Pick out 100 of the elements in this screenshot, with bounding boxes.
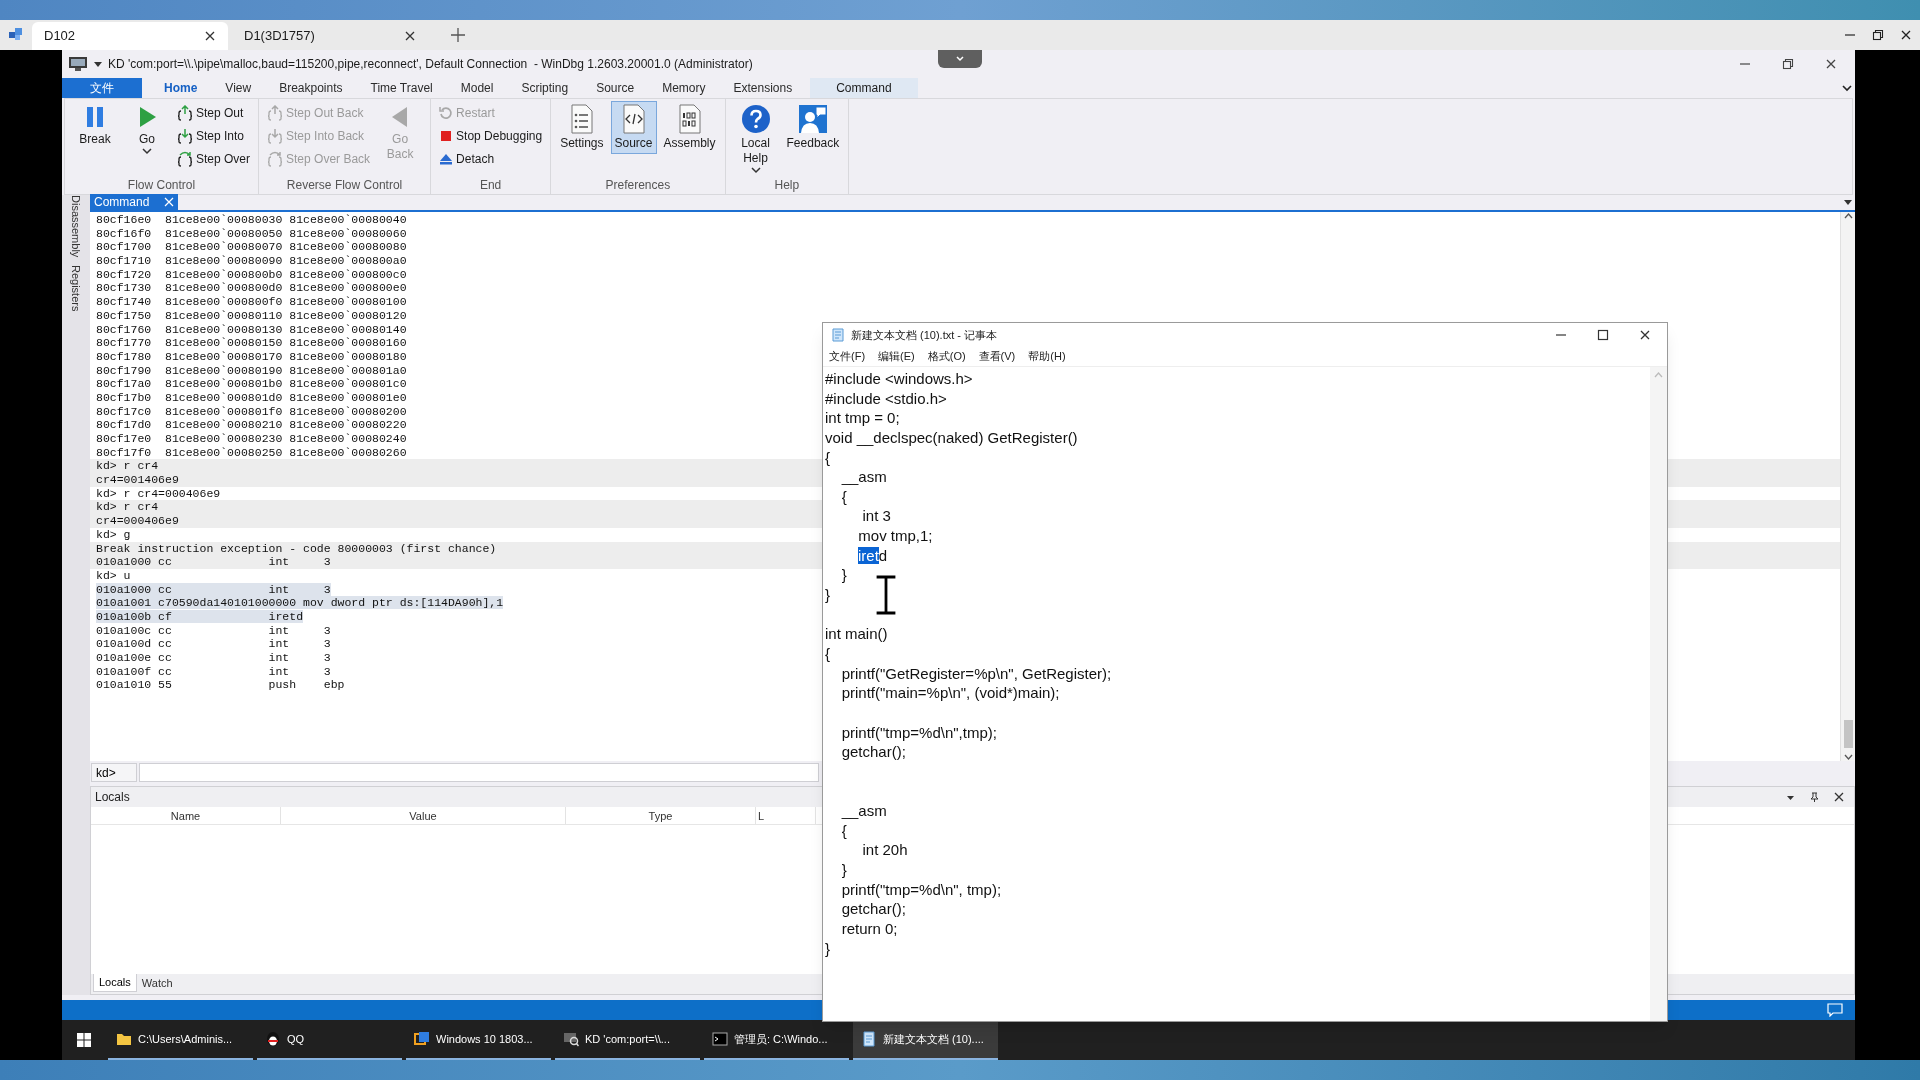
start-icon[interactable]	[76, 1032, 92, 1048]
penguin-icon	[265, 1031, 281, 1047]
ribbon-button[interactable]: Source	[610, 101, 657, 154]
dropdown-icon[interactable]	[94, 60, 102, 68]
eject-icon	[439, 152, 454, 166]
ribbon-button[interactable]: Step Out	[175, 103, 253, 123]
ribbon-tab[interactable]: Memory	[648, 78, 720, 98]
output-line: kd> g	[96, 527, 131, 541]
ribbon-tab[interactable]: Source	[582, 78, 649, 98]
step-icon	[177, 128, 193, 144]
menu-item[interactable]: 格式(O)	[927, 348, 966, 365]
code-line: {	[840, 821, 847, 839]
stop-icon	[439, 129, 454, 143]
side-tab[interactable]: Disassembly	[65, 195, 87, 258]
close-icon[interactable]	[1825, 58, 1837, 70]
side-tab[interactable]: Registers	[65, 265, 87, 312]
column-header[interactable]: Value	[281, 807, 566, 825]
ribbon-button[interactable]: Assembly	[660, 101, 719, 154]
code-line: int main()	[825, 625, 888, 643]
group-label: Reverse Flow Control	[285, 177, 404, 192]
person-speech-icon	[797, 104, 828, 134]
ribbon-button[interactable]: Settings	[557, 101, 607, 154]
menu-item[interactable]: 查看(V)	[978, 348, 1016, 365]
tab[interactable]: D102	[32, 22, 228, 50]
output-line: 80cf17a0 81ce8e00`000801b0 81ce8e00`000801c0	[96, 377, 407, 391]
column-header[interactable]: Type	[566, 807, 756, 825]
close-icon[interactable]	[404, 30, 416, 42]
output-line: 80cf16e0 81ce8e00`00080030 81ce8e00`00080040	[96, 213, 407, 226]
menu-item[interactable]: 帮助(H)	[1028, 348, 1066, 365]
output-line: kd> r cr4=000406e9	[96, 486, 221, 500]
ribbon-tab[interactable]: Breakpoints	[265, 78, 357, 98]
connection-bar[interactable]	[938, 50, 982, 68]
ribbon-button[interactable]: Feedback	[783, 101, 843, 154]
ribbon-button[interactable]: Local Help	[731, 101, 780, 177]
maximize-icon[interactable]	[1597, 329, 1609, 341]
output-line: 80cf1750 81ce8e00`00080110 81ce8e00`00080120	[96, 308, 407, 322]
menu-item[interactable]: 编辑(E)	[878, 348, 915, 365]
output-line: 80cf1700 81ce8e00`00080070 81ce8e00`00080080	[96, 240, 407, 254]
group-label: Preferences	[604, 177, 672, 192]
close-icon[interactable]	[1900, 29, 1912, 41]
document-list-icon	[568, 104, 595, 134]
ribbon-button[interactable]: Go	[123, 101, 171, 158]
code-line: {	[840, 487, 847, 505]
command-input[interactable]	[139, 763, 819, 783]
code-line: printf("tmp=%d\n", tmp);	[840, 880, 1002, 898]
ribbon-tab[interactable]: Extensions	[719, 78, 807, 98]
code-line: #include <windows.h>	[825, 370, 973, 387]
code-line: #include <stdio.h>	[825, 389, 947, 407]
ribbon-button[interactable]: Stop Debugging	[437, 126, 545, 146]
pin-icon[interactable]	[1809, 791, 1820, 803]
code-line: }	[840, 861, 847, 878]
ribbon-button[interactable]: Step Over	[175, 149, 253, 169]
scrollbar-thumb[interactable]	[1843, 720, 1853, 749]
pane-tab[interactable]: Command	[90, 194, 178, 210]
code-line: return 0;	[840, 919, 898, 937]
ribbon-button[interactable]: Detach	[437, 149, 545, 169]
ribbon-tab[interactable]: Command	[810, 78, 918, 98]
tab[interactable]: D1(3D1757)	[232, 22, 428, 50]
console-icon	[712, 1031, 728, 1047]
close-icon[interactable]	[1834, 792, 1844, 803]
ribbon-tab[interactable]: Time Travel	[356, 78, 447, 98]
close-icon[interactable]	[204, 30, 216, 42]
caret-icon	[750, 166, 761, 174]
collapse-ribbon-icon[interactable]	[1841, 82, 1853, 94]
close-icon[interactable]	[1639, 329, 1651, 341]
group-label: End	[478, 177, 503, 192]
taskbar-button[interactable]: 新建文本文档 (10)....	[853, 1020, 998, 1060]
menu-item[interactable]: 文件(F)	[829, 348, 866, 365]
output-line: 010a1000 cc int 3	[96, 555, 331, 569]
restore-icon[interactable]	[1872, 29, 1884, 41]
ribbon-tab[interactable]: Scripting	[507, 78, 583, 98]
code-document-icon	[620, 104, 647, 134]
output-line: 80cf1730 81ce8e00`000800d0 81ce8e00`000800e0	[96, 281, 407, 295]
ribbon-tab[interactable]: View	[211, 78, 266, 98]
ribbon-tab[interactable]: Model	[446, 78, 508, 98]
ribbon-button[interactable]: Step Into	[175, 126, 253, 146]
output-line: 010a100d cc int 3	[96, 637, 331, 651]
debugger-icon	[563, 1031, 579, 1047]
pane-tab[interactable]: Locals	[93, 974, 137, 992]
tab-label: Command	[94, 194, 150, 211]
code-line: }	[825, 586, 830, 604]
ribbon-tab[interactable]: Home	[150, 78, 212, 98]
column-header[interactable]: L	[756, 807, 816, 825]
code-line: int 3	[861, 507, 891, 525]
column-header[interactable]: Name	[91, 807, 281, 825]
dropdown-icon[interactable]	[1843, 197, 1853, 207]
ribbon-tab[interactable]: 文件	[62, 78, 142, 98]
scroll-up-icon[interactable]	[1843, 212, 1853, 221]
code-line: int tmp = 0;	[825, 409, 900, 427]
restore-icon[interactable]	[1782, 58, 1794, 70]
step-icon	[267, 128, 284, 144]
window-title: KD 'com:port=\\.\pipe\malloc,baud=115200,pipe,reconnect', Default Connection - WinDbg 1.2603.20001.0 (Administrator)	[108, 56, 753, 73]
output-line: kd> r cr4	[96, 459, 159, 473]
scroll-down-icon[interactable]	[1843, 752, 1853, 762]
help-icon	[740, 104, 771, 134]
ribbon-button[interactable]: Break	[71, 101, 119, 150]
notification-icon[interactable]	[1827, 1003, 1843, 1017]
output-line: 010a100e cc int 3	[96, 651, 331, 664]
pane-tab[interactable]: Watch	[136, 974, 178, 992]
add-tab-icon[interactable]	[450, 27, 466, 43]
